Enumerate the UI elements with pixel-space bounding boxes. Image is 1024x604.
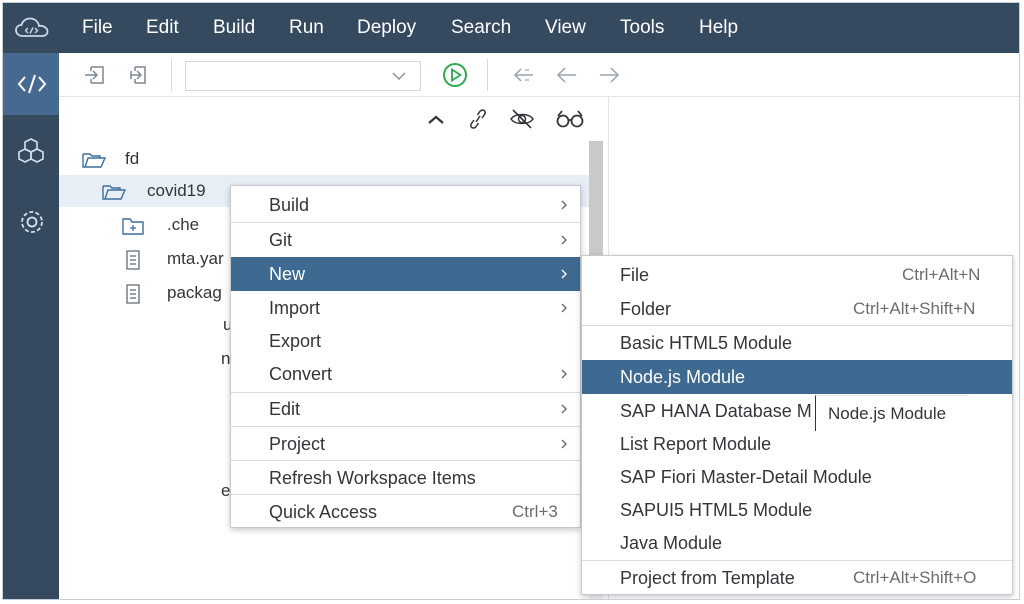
chevron-right-icon bbox=[561, 235, 567, 245]
menu-item-label: SAP Fiori Master-Detail Module bbox=[620, 467, 872, 487]
tree-item-label: fd bbox=[125, 149, 140, 168]
menu-item-label: New bbox=[269, 264, 306, 284]
menu-edit[interactable]: Edit bbox=[146, 17, 179, 39]
chevron-down-icon bbox=[392, 72, 406, 81]
menu-build[interactable]: Build bbox=[213, 17, 255, 39]
tooltip: Node.js Module bbox=[815, 395, 969, 431]
context-menu-quick-access[interactable]: Quick Access Ctrl+3 bbox=[231, 495, 580, 529]
tree-item-label: .che bbox=[167, 215, 200, 234]
tree-item-label: packag bbox=[167, 283, 222, 302]
package-icon bbox=[18, 138, 44, 163]
chevron-right-icon bbox=[561, 404, 567, 414]
context-menu-refresh[interactable]: Refresh Workspace Items bbox=[231, 461, 580, 495]
tree-item-label: covid19 bbox=[147, 181, 206, 200]
menu-file[interactable]: File bbox=[82, 17, 113, 39]
run-configuration-select[interactable] bbox=[185, 61, 421, 91]
menu-item-label: Edit bbox=[269, 399, 301, 419]
menu-item-label: Project from Template bbox=[620, 568, 795, 588]
import-icon[interactable] bbox=[83, 64, 107, 86]
menu-item-label: File bbox=[620, 265, 650, 285]
chevron-right-icon bbox=[561, 303, 567, 313]
code-icon bbox=[17, 74, 47, 94]
menu-item-label: SAPUI5 HTML5 Module bbox=[620, 500, 813, 520]
toolbar-separator bbox=[171, 59, 172, 91]
glasses-icon[interactable] bbox=[555, 107, 585, 131]
menu-item-shortcut: Ctrl+3 bbox=[512, 502, 558, 521]
new-project-from-template[interactable]: Project from Template Ctrl+Alt+Shift+O bbox=[582, 561, 1012, 595]
new-fiori-master-detail-module[interactable]: SAP Fiori Master-Detail Module bbox=[582, 460, 1012, 494]
ide-window: File Edit Build Run Deploy Search View T… bbox=[2, 2, 1020, 600]
tree-item-label: mta.yar bbox=[167, 249, 224, 268]
new-basic-html5-module[interactable]: Basic HTML5 Module bbox=[582, 326, 1012, 360]
export-icon[interactable] bbox=[125, 64, 149, 86]
menu-run[interactable]: Run bbox=[289, 17, 324, 39]
chevron-right-icon bbox=[561, 439, 567, 449]
file-icon bbox=[126, 284, 140, 304]
activity-development[interactable] bbox=[3, 53, 59, 115]
menu-item-label: List Report Module bbox=[620, 434, 772, 454]
menu-item-shortcut: Ctrl+Alt+Shift+N bbox=[853, 299, 976, 318]
menu-item-label: Java Module bbox=[620, 533, 723, 553]
chevron-right-icon bbox=[561, 369, 567, 379]
menu-deploy[interactable]: Deploy bbox=[357, 17, 416, 39]
tree-item-root[interactable]: fd bbox=[59, 143, 589, 175]
new-folder[interactable]: Folder Ctrl+Alt+Shift+N bbox=[582, 292, 1012, 326]
tooltip-text: Node.js Module bbox=[828, 404, 947, 423]
menu-item-label: Node.js Module bbox=[620, 367, 746, 387]
context-menu-new[interactable]: New bbox=[231, 257, 580, 291]
menu-item-label: Build bbox=[269, 195, 310, 215]
folder-open-icon bbox=[102, 185, 127, 200]
menu-item-label: Project bbox=[269, 434, 326, 454]
context-menu-convert[interactable]: Convert bbox=[231, 357, 580, 391]
menu-item-shortcut: Ctrl+Alt+Shift+O bbox=[853, 568, 977, 587]
activity-bar bbox=[3, 53, 59, 599]
run-icon[interactable] bbox=[441, 61, 469, 89]
menu-help[interactable]: Help bbox=[699, 17, 738, 39]
activity-preferences[interactable] bbox=[3, 193, 59, 253]
toolbar bbox=[59, 53, 1019, 97]
hide-icon[interactable] bbox=[509, 107, 535, 131]
menu-view[interactable]: View bbox=[545, 17, 586, 39]
new-file[interactable]: File Ctrl+Alt+N bbox=[582, 258, 1012, 292]
link-icon[interactable] bbox=[465, 107, 491, 131]
forward-icon[interactable] bbox=[597, 64, 621, 86]
context-menu-build[interactable]: Build bbox=[231, 188, 580, 222]
new-sapui5-html5-module[interactable]: SAPUI5 HTML5 Module bbox=[582, 493, 1012, 527]
menu-item-shortcut: Ctrl+Alt+N bbox=[902, 265, 981, 284]
menu-tools[interactable]: Tools bbox=[620, 17, 664, 39]
menu-item-label: Import bbox=[269, 298, 321, 318]
file-icon bbox=[126, 250, 140, 270]
new-list-report-module[interactable]: List Report Module bbox=[582, 427, 1012, 461]
gear-icon bbox=[21, 211, 43, 233]
cloud-code-icon[interactable] bbox=[14, 16, 50, 40]
chevron-right-icon bbox=[561, 200, 567, 210]
collapse-icon[interactable] bbox=[423, 107, 449, 131]
menu-bar: File Edit Build Run Deploy Search View T… bbox=[3, 3, 1019, 53]
menu-item-label: Basic HTML5 Module bbox=[620, 333, 793, 353]
menu-item-label: Folder bbox=[620, 299, 672, 319]
chevron-right-icon bbox=[561, 269, 567, 279]
context-menu-import[interactable]: Import bbox=[231, 291, 580, 325]
activity-services[interactable] bbox=[3, 123, 59, 183]
menu-item-label: SAP HANA Database M bbox=[620, 401, 812, 421]
new-java-module[interactable]: Java Module bbox=[582, 526, 1012, 560]
workspace-toolbar bbox=[59, 97, 609, 141]
menu-search[interactable]: Search bbox=[451, 17, 511, 39]
context-menu-git[interactable]: Git bbox=[231, 223, 580, 257]
menu-item-label: Convert bbox=[269, 364, 333, 384]
menu-item-label: Quick Access bbox=[269, 502, 378, 522]
folder-add-icon bbox=[122, 218, 144, 235]
context-menu-export[interactable]: Export bbox=[231, 324, 580, 358]
toolbar-separator bbox=[487, 59, 488, 91]
back-icon[interactable] bbox=[555, 64, 579, 86]
new-nodejs-module[interactable]: Node.js Module bbox=[582, 360, 1012, 394]
menu-item-label: Refresh Workspace Items bbox=[269, 468, 476, 488]
context-menu: Build Git New Import Export Convert Edit bbox=[230, 185, 581, 528]
context-menu-edit[interactable]: Edit bbox=[231, 392, 580, 426]
back-history-icon[interactable] bbox=[511, 64, 535, 86]
context-menu-project[interactable]: Project bbox=[231, 427, 580, 461]
menu-item-label: Export bbox=[269, 331, 322, 351]
menu-item-label: Git bbox=[269, 230, 293, 250]
folder-open-icon bbox=[82, 153, 107, 168]
